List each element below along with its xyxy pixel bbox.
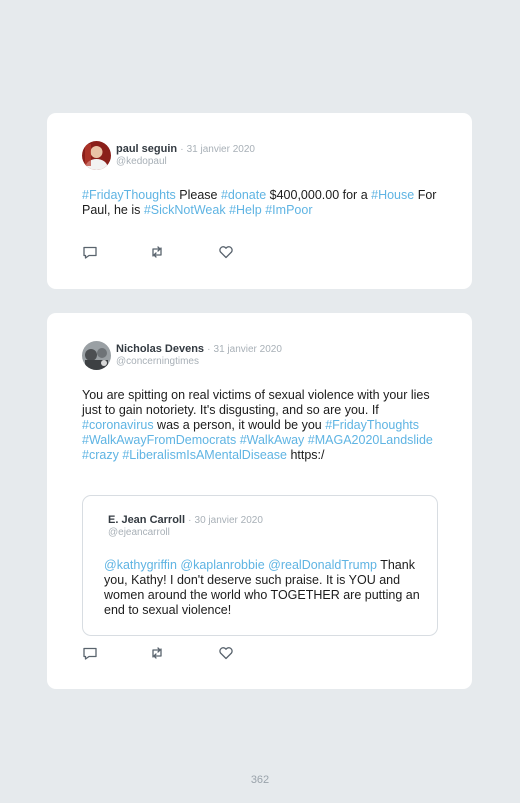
like-icon[interactable] [218,244,234,260]
separator: · [188,515,192,526]
text-segment: $400,000.00 for a [266,188,372,202]
hashtag-link[interactable]: #House [371,188,414,202]
avatar[interactable] [82,141,111,170]
like-icon[interactable] [218,645,234,661]
separator: · [180,144,184,155]
reply-icon[interactable] [82,645,98,661]
author-name[interactable]: paul seguin [116,143,177,155]
hashtag-link[interactable]: #coronavirus [82,418,154,432]
page-number: 362 [250,774,270,786]
quote-date: 30 janvier 2020 [194,515,263,526]
tweet-card: Nicholas Devens · 31 janvier 2020 @conce… [47,313,472,689]
hashtag-link[interactable]: #WalkAwayFromDemocrats [82,433,236,447]
hashtag-link[interactable]: #crazy [82,448,119,462]
hashtag-link[interactable]: #MAGA2020Landslide [308,433,433,447]
text-segment: https:/ [286,448,325,462]
text-segment: You are spitting on real victims of sexu… [82,388,430,417]
tweet-text: #FridayThoughts Please #donate $400,000.… [82,188,442,218]
author-handle[interactable]: @kedopaul [116,156,167,167]
author-handle[interactable]: @concerningtimes [116,356,199,367]
hashtag-link[interactable]: #FridayThoughts [325,418,419,432]
text-segment: Please [175,188,221,202]
hashtag-link[interactable]: #FridayThoughts [82,188,176,202]
hashtag-link[interactable]: #Help [229,203,262,217]
quote-name-line: E. Jean Carroll · 30 janvier 2020 [108,514,263,526]
tweet-text: You are spitting on real victims of sexu… [82,388,442,463]
text-segment: was a person, it would be you [153,418,326,432]
hashtag-link[interactable]: #LiberalismIsAMentalDisease [122,448,287,462]
mention-link[interactable]: @kaplanrobbie [180,558,264,572]
retweet-icon[interactable] [149,645,165,661]
avatar[interactable] [82,341,111,370]
hashtag-link[interactable]: #ImPoor [265,203,312,217]
hashtag-link[interactable]: #SickNotWeak [144,203,226,217]
name-line: paul seguin · 31 janvier 2020 [116,143,255,155]
quote-text: @kathygriffin @kaplanrobbie @realDonaldT… [104,558,424,618]
tweet-date: 31 janvier 2020 [213,344,282,355]
quoted-tweet[interactable]: E. Jean Carroll · 30 janvier 2020 @ejean… [82,495,438,636]
retweet-icon[interactable] [149,244,165,260]
author-name[interactable]: Nicholas Devens [116,343,204,355]
mention-link[interactable]: @realDonaldTrump [268,558,377,572]
quote-author-handle[interactable]: @ejeancarroll [108,527,170,538]
tweet-date: 31 janvier 2020 [186,144,255,155]
name-line: Nicholas Devens · 31 janvier 2020 [116,343,282,355]
separator: · [207,344,211,355]
hashtag-link[interactable]: #donate [221,188,266,202]
hashtag-link[interactable]: #WalkAway [240,433,305,447]
reply-icon[interactable] [82,244,98,260]
quote-author-name[interactable]: E. Jean Carroll [108,514,185,526]
tweet-card: paul seguin · 31 janvier 2020 @kedopaul … [47,113,472,289]
mention-link[interactable]: @kathygriffin [104,558,177,572]
